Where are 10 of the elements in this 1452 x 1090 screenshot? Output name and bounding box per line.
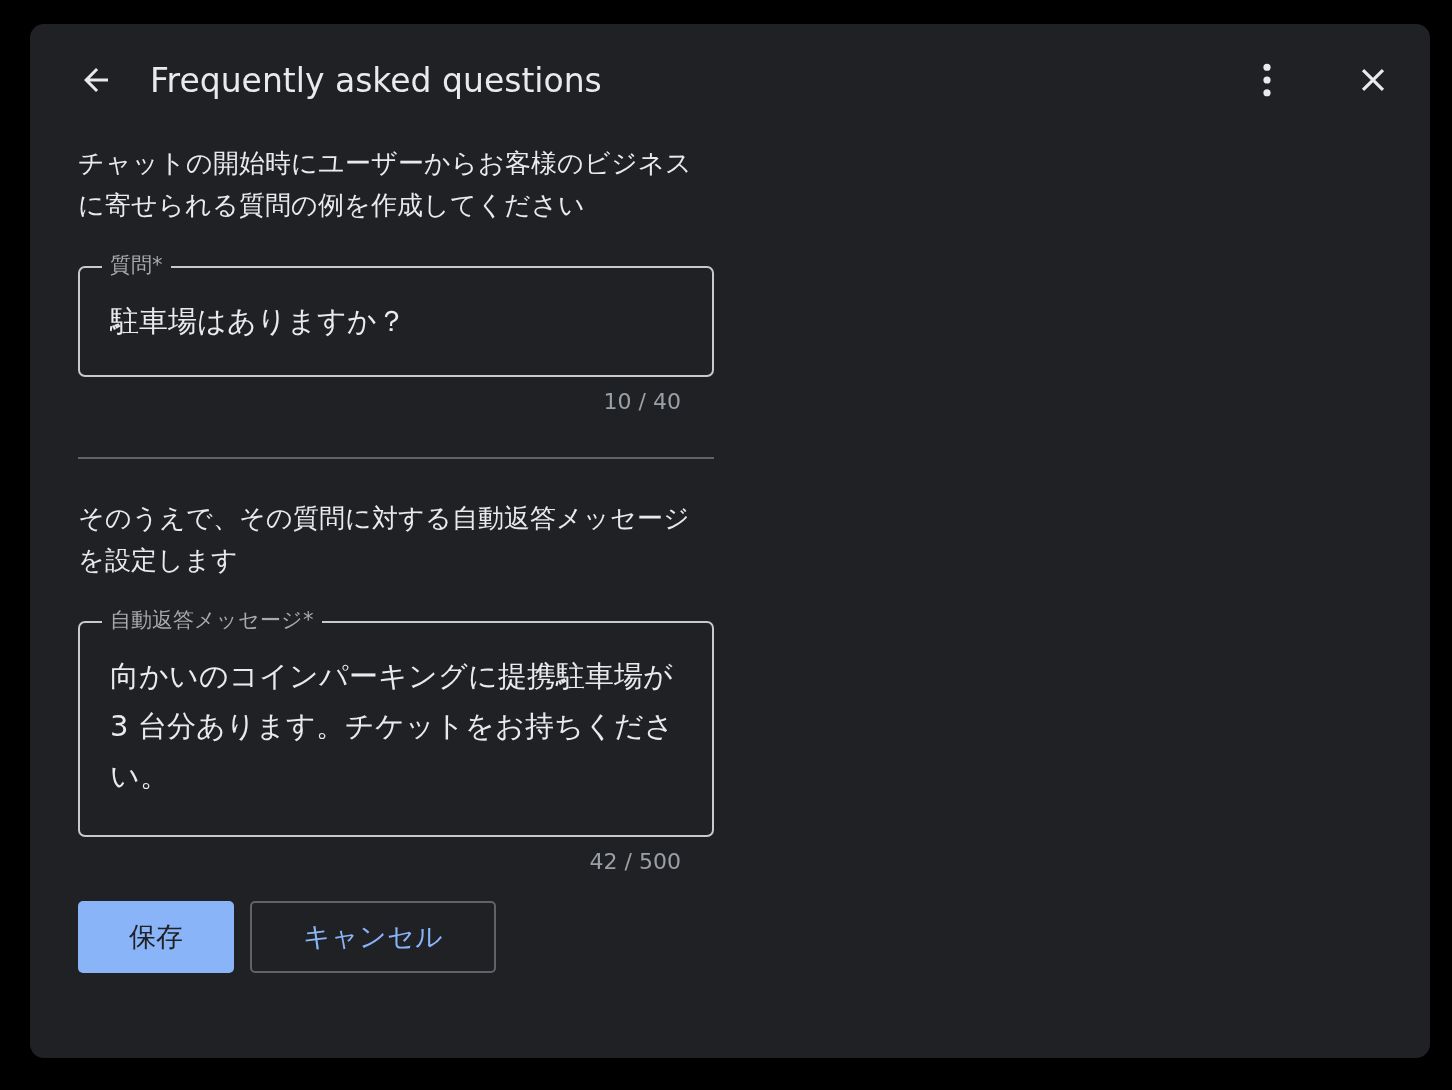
character-counter: 10 / 40 [602, 389, 682, 415]
cancel-button[interactable]: キャンセル [250, 901, 496, 973]
dialog-title: Frequently asked questions [150, 60, 603, 100]
instruction-text: チャットの開始時にユーザーからお客様のビジネスに寄せられる質問の例を作成してください [78, 147, 693, 222]
field-label: 自動返答メッセージ* [102, 607, 322, 633]
save-button[interactable]: 保存 [78, 901, 234, 973]
field-label: 質問* [102, 252, 171, 278]
more-options-icon[interactable] [1262, 63, 1272, 97]
character-counter: 42 / 500 [588, 849, 682, 875]
instruction-text: そのうえで、その質問に対する自動返答メッセージを設定します [78, 502, 691, 577]
